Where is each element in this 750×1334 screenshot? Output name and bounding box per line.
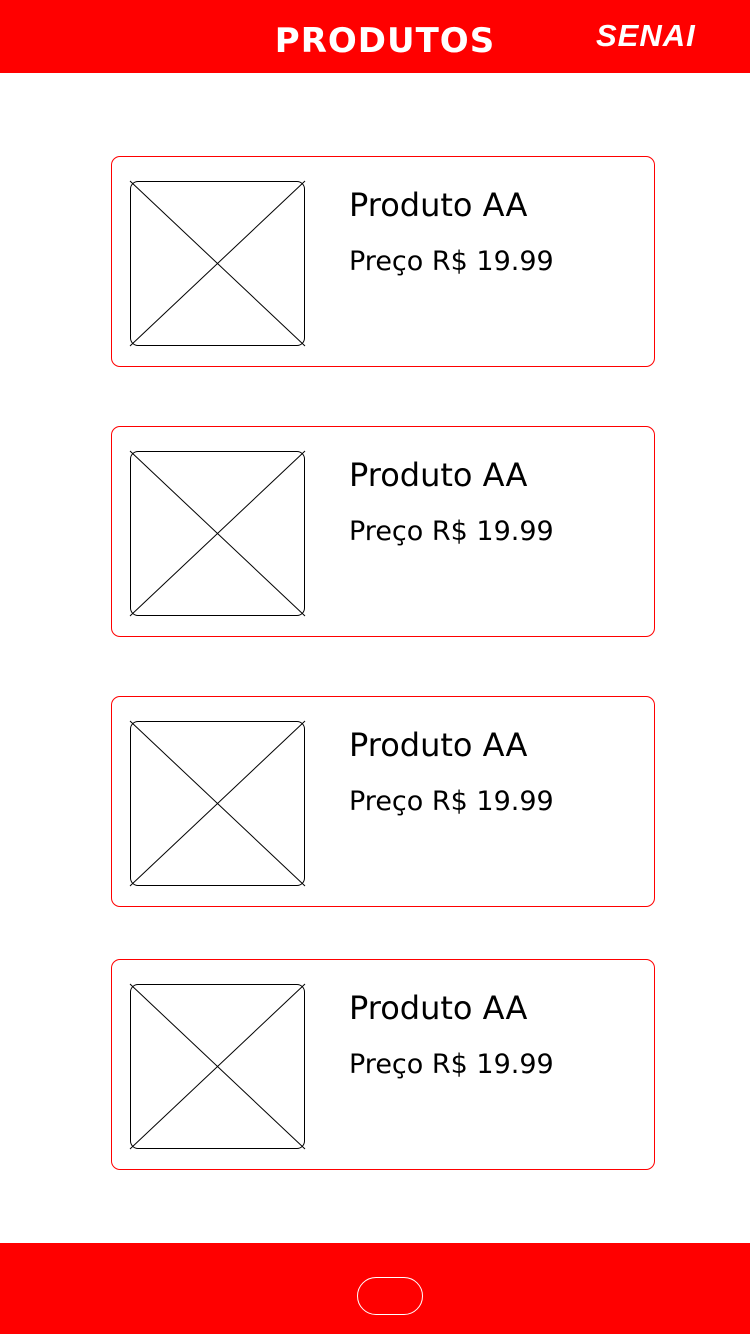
image-placeholder-cross — [129, 450, 306, 617]
product-card[interactable]: Produto AA Preço R$ 19.99 — [111, 959, 655, 1170]
footer-bar — [0, 1243, 750, 1334]
image-placeholder-icon — [129, 983, 306, 1150]
product-price: Preço R$ 19.99 — [349, 516, 554, 547]
product-card[interactable]: Produto AA Preço R$ 19.99 — [111, 156, 655, 367]
product-price: Preço R$ 19.99 — [349, 246, 554, 277]
image-placeholder-icon — [129, 720, 306, 887]
image-placeholder-cross — [129, 720, 306, 887]
product-price: Preço R$ 19.99 — [349, 1049, 554, 1080]
product-card[interactable]: Produto AA Preço R$ 19.99 — [111, 696, 655, 907]
product-card[interactable]: Produto AA Preço R$ 19.99 — [111, 426, 655, 637]
image-placeholder-icon — [129, 180, 306, 347]
image-placeholder-cross — [129, 983, 306, 1150]
home-button[interactable] — [357, 1277, 423, 1315]
image-placeholder-icon — [129, 450, 306, 617]
product-name: Produto AA — [349, 989, 528, 1027]
product-name: Produto AA — [349, 186, 528, 224]
product-list: Produto AA Preço R$ 19.99 Produto AA Pre… — [0, 0, 750, 1334]
image-placeholder-cross — [129, 180, 306, 347]
product-price: Preço R$ 19.99 — [349, 786, 554, 817]
product-name: Produto AA — [349, 456, 528, 494]
product-name: Produto AA — [349, 726, 528, 764]
